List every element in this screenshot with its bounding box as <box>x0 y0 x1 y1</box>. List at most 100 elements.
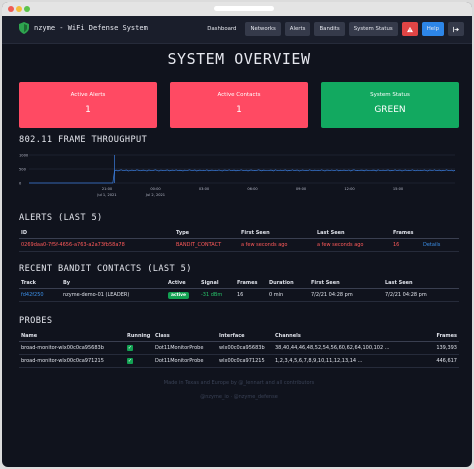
probe-interface: wlx00c0ca95683b <box>217 341 273 355</box>
col-by: By <box>61 278 166 289</box>
x-tick-label: 09:00 <box>296 187 307 191</box>
table-row: broad-monitor-wlx00c0ca95683b ✓ Dot11Mon… <box>19 341 459 355</box>
probe-frames: 139,393 <box>429 341 459 355</box>
logout-icon <box>453 26 459 32</box>
bandit-contacts-title: RECENT BANDIT CONTACTS (LAST 5) <box>19 264 192 274</box>
contact-duration: 0 min <box>267 288 309 302</box>
col-track: Track <box>19 278 61 289</box>
card-value: GREEN <box>374 105 406 115</box>
x-tick-label: 00:00 <box>150 187 161 191</box>
col-name: Name <box>19 331 125 342</box>
address-bar[interactable] <box>213 6 274 11</box>
active-alerts-card: Active Alerts 1 <box>19 82 157 128</box>
throughput-chart-svg: 1000 500 0 21:00 00:00 03:00 06:00 09:00 12:00 15… <box>19 154 456 197</box>
contact-frames: 16 <box>235 288 267 302</box>
brand-name: nzyme - WiFi Defense System <box>34 24 148 32</box>
probe-running: ✓ <box>125 354 153 368</box>
nav-system-status[interactable]: System Status <box>348 22 398 36</box>
col-interface: Interface <box>217 331 273 342</box>
alert-first-seen: a few seconds ago <box>239 238 315 252</box>
bandit-contacts-table: Track By Active Signal Frames Duration F… <box>19 278 459 302</box>
col-actions <box>421 228 459 239</box>
throughput-chart: 1000 500 0 21:00 00:00 03:00 06:00 09:00 12:00 15… <box>19 151 459 199</box>
y-tick-label: 1000 <box>19 154 29 158</box>
col-class: Class <box>153 331 217 342</box>
probes-title: PROBES <box>19 316 53 326</box>
browser-titlebar <box>2 2 472 16</box>
close-window-dot[interactable] <box>8 6 14 12</box>
navbar: nzyme - WiFi Defense System Dashboard Ne… <box>2 16 472 44</box>
alert-last-seen: a few seconds ago <box>315 238 391 252</box>
col-first-seen: First Seen <box>239 228 315 239</box>
check-icon: ✓ <box>127 345 133 351</box>
probe-running: ✓ <box>125 341 153 355</box>
check-icon: ✓ <box>127 358 133 364</box>
probes-table: Name Running Class Interface Channels Fr… <box>19 331 459 368</box>
warning-icon <box>406 26 413 32</box>
x-date-label: Jul 2, 2021 <box>145 193 165 197</box>
page-title: SYSTEM OVERVIEW <box>167 50 311 68</box>
table-header-row: Track By Active Signal Frames Duration F… <box>19 278 459 289</box>
logout-button[interactable] <box>448 22 464 36</box>
table-row: 0269daa0-7f5f-4656-a763-a2a73fb58a78 BAN… <box>19 238 459 252</box>
probe-class: Dot11MonitorProbe <box>153 341 217 355</box>
y-tick-label: 500 <box>19 168 27 172</box>
alerts-table: ID Type First Seen Last Seen Frames 0269… <box>19 228 459 252</box>
x-tick-label: 06:00 <box>247 187 258 191</box>
col-last-seen: Last Seen <box>383 278 459 289</box>
alert-type: BANDIT_CONTACT <box>174 238 239 252</box>
col-running: Running <box>125 331 153 342</box>
table-header-row: Name Running Class Interface Channels Fr… <box>19 331 459 342</box>
overview-cards: Active Alerts 1 Active Contacts 1 System… <box>19 82 459 128</box>
x-tick-label: 15:00 <box>393 187 404 191</box>
nav-networks[interactable]: Networks <box>245 22 281 36</box>
help-button[interactable]: Help <box>421 22 444 36</box>
contact-last-seen: 7/2/21 04:28 pm <box>383 288 459 302</box>
footer-credits: Made in Texas and Europe by @_lennart an… <box>163 380 315 386</box>
col-frames: Frames <box>391 228 421 239</box>
col-frames: Frames <box>235 278 267 289</box>
probe-class: Dot11MonitorProbe <box>153 354 217 368</box>
col-frames: Frames <box>429 331 459 342</box>
brand[interactable]: nzyme - WiFi Defense System <box>19 22 148 34</box>
probe-frames: 446,617 <box>429 354 459 368</box>
contact-active: active <box>166 288 199 302</box>
table-row: fd42f250 nzyme-demo-01 (LEADER) active -… <box>19 288 459 302</box>
browser-window: nzyme - WiFi Defense System Dashboard Ne… <box>2 2 472 467</box>
nav-alerts[interactable]: Alerts <box>284 22 311 36</box>
nav-bandits[interactable]: Bandits <box>314 22 345 36</box>
probe-channels: 38,40,44,46,48,52,54,56,60,62,64,100,102… <box>273 341 429 355</box>
col-signal: Signal <box>199 278 235 289</box>
nav-menu: Dashboard Networks Alerts Bandits System… <box>202 22 464 36</box>
throughput-title: 802.11 FRAME THROUGHPUT <box>19 135 148 145</box>
alert-details-link[interactable]: Details <box>421 238 459 252</box>
active-badge: active <box>168 292 190 299</box>
card-value: 1 <box>236 105 242 115</box>
shield-logo-icon <box>19 22 29 34</box>
alert-button[interactable] <box>401 22 418 36</box>
col-active: Active <box>166 278 199 289</box>
col-id: ID <box>19 228 174 239</box>
alert-id: 0269daa0-7f5f-4656-a763-a2a73fb58a78 <box>19 238 174 252</box>
contact-signal: -31 dBm <box>199 288 235 302</box>
col-type: Type <box>174 228 239 239</box>
y-tick-label: 0 <box>19 182 22 186</box>
x-tick-label: 21:00 <box>102 187 113 191</box>
x-tick-label: 03:00 <box>199 187 210 191</box>
card-label: System Status <box>370 92 410 98</box>
throughput-series-line <box>29 169 456 184</box>
col-first-seen: First Seen <box>309 278 383 289</box>
main-content: SYSTEM OVERVIEW Active Alerts 1 Active C… <box>19 46 459 400</box>
active-contacts-card: Active Contacts 1 <box>170 82 308 128</box>
contact-first-seen: 7/2/21 04:28 pm <box>309 288 383 302</box>
alerts-title: ALERTS (LAST 5) <box>19 213 103 223</box>
maximize-window-dot[interactable] <box>24 6 30 12</box>
contact-track-link[interactable]: fd42f250 <box>19 288 61 302</box>
x-tick-label: 12:00 <box>344 187 355 191</box>
nav-dashboard[interactable]: Dashboard <box>202 22 241 36</box>
minimize-window-dot[interactable] <box>16 6 22 12</box>
x-date-label: Jul 1, 2021 <box>96 193 116 197</box>
alert-frames: 16 <box>391 238 421 252</box>
card-label: Active Contacts <box>217 92 261 98</box>
probe-name: broad-monitor-wlx00c0ca95683b <box>19 341 125 355</box>
